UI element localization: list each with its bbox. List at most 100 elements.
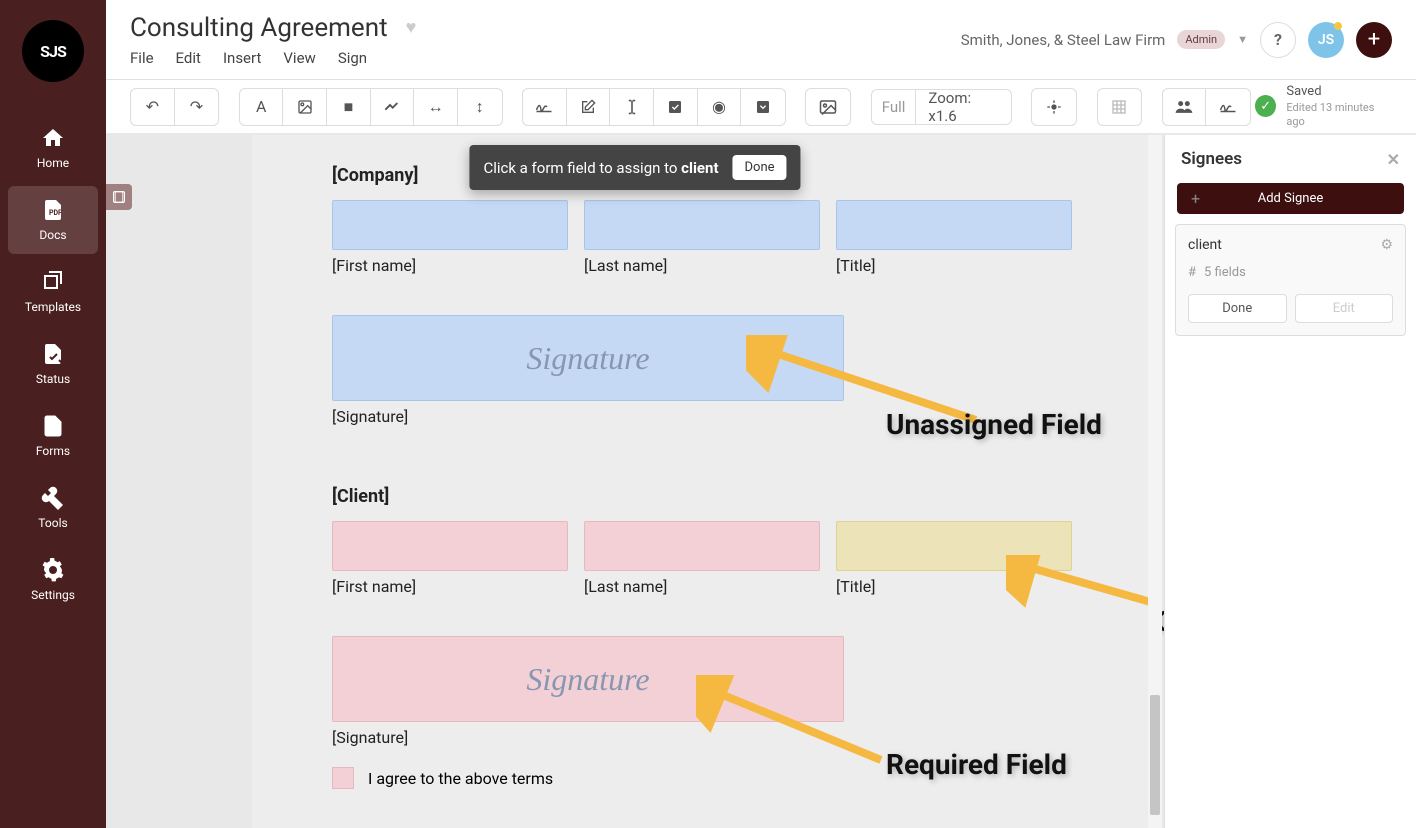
zoom-control[interactable]: Full Zoom: x1.6 bbox=[871, 89, 1012, 125]
signature-icon bbox=[535, 100, 553, 114]
edit-field-tool[interactable] bbox=[567, 89, 611, 125]
text-cursor-icon bbox=[625, 99, 639, 115]
avatar-initials: JS bbox=[1318, 32, 1334, 48]
nav-docs[interactable]: PDF Docs bbox=[8, 186, 98, 254]
target-tool[interactable] bbox=[1032, 89, 1076, 125]
plus-icon: + bbox=[1191, 189, 1200, 208]
nav-label: Settings bbox=[31, 588, 75, 602]
gear-icon[interactable]: ⚙ bbox=[1380, 237, 1393, 253]
assign-done-button[interactable]: Done bbox=[733, 155, 787, 180]
height-tool[interactable]: ↕ bbox=[458, 89, 502, 125]
client-lastname-field[interactable] bbox=[584, 521, 820, 571]
shape-tool[interactable]: ■ bbox=[327, 89, 371, 125]
nav-label: Docs bbox=[39, 228, 66, 242]
client-title-field[interactable] bbox=[836, 521, 1072, 571]
nav-settings[interactable]: Settings bbox=[8, 546, 98, 614]
nav-tools[interactable]: Tools bbox=[8, 474, 98, 542]
width-tool[interactable]: ↔ bbox=[414, 89, 458, 125]
firm-name: Smith, Jones, & Steel Law Firm bbox=[961, 31, 1166, 49]
menu-sign[interactable]: Sign bbox=[338, 49, 367, 67]
dropdown-tool[interactable] bbox=[741, 89, 785, 125]
nav-home[interactable]: Home bbox=[8, 114, 98, 182]
nav-label: Tools bbox=[38, 516, 67, 530]
user-avatar[interactable]: JS bbox=[1308, 22, 1344, 58]
agree-checkbox[interactable] bbox=[332, 767, 354, 789]
highlighter-icon bbox=[384, 99, 400, 115]
close-icon[interactable]: ✕ bbox=[1387, 150, 1400, 169]
people-icon bbox=[1174, 99, 1194, 115]
zoom-full-label[interactable]: Full bbox=[872, 90, 917, 124]
field-label: [First name] bbox=[332, 577, 568, 596]
signee-name: client bbox=[1188, 237, 1222, 253]
text-field-tool[interactable] bbox=[610, 89, 654, 125]
table-tool[interactable] bbox=[1098, 89, 1142, 125]
checkbox-icon bbox=[667, 99, 683, 115]
add-button[interactable]: + bbox=[1356, 22, 1392, 58]
text-tool[interactable]: A bbox=[240, 89, 284, 125]
menu-edit[interactable]: Edit bbox=[176, 49, 201, 67]
menu-insert[interactable]: Insert bbox=[223, 49, 261, 67]
company-lastname-field[interactable] bbox=[584, 200, 820, 250]
menu-bar: File Edit Insert View Sign bbox=[130, 49, 416, 67]
nav-label: Home bbox=[37, 156, 69, 170]
signee-done-button[interactable]: Done bbox=[1188, 294, 1287, 323]
nav-label: Templates bbox=[25, 300, 81, 314]
assign-text: Click a form field to assign to bbox=[483, 159, 681, 177]
check-icon: ✓ bbox=[1255, 95, 1276, 117]
chevron-down-icon[interactable]: ▼ bbox=[1237, 33, 1248, 46]
app-logo[interactable]: SJS bbox=[22, 20, 84, 82]
film-icon bbox=[111, 189, 127, 205]
dropdown-icon bbox=[755, 99, 771, 115]
save-status: ✓ Saved Edited 13 minutes ago bbox=[1255, 84, 1392, 129]
side-collapse-tab[interactable] bbox=[106, 184, 132, 210]
insert-image-tool[interactable] bbox=[806, 89, 850, 125]
svg-text:PDF: PDF bbox=[49, 209, 62, 217]
assign-target: client bbox=[681, 159, 718, 177]
image-icon bbox=[297, 99, 313, 115]
highlight-tool[interactable] bbox=[371, 89, 415, 125]
status-icon bbox=[41, 342, 65, 366]
sign-tool[interactable] bbox=[1206, 89, 1250, 125]
nav-label: Status bbox=[36, 372, 70, 386]
vertical-scrollbar[interactable] bbox=[1148, 135, 1162, 828]
picture-icon bbox=[819, 99, 837, 115]
locate-icon bbox=[1046, 99, 1062, 115]
notification-dot bbox=[1334, 22, 1342, 30]
field-label: [Signature] bbox=[332, 407, 1072, 426]
redo-button[interactable]: ↷ bbox=[175, 89, 219, 125]
image-tool[interactable] bbox=[283, 89, 327, 125]
signee-edit-button[interactable]: Edit bbox=[1295, 294, 1394, 323]
undo-button[interactable]: ↶ bbox=[131, 89, 175, 125]
company-signature-field[interactable]: Signature bbox=[332, 315, 844, 401]
section-heading-client: [Client] bbox=[332, 486, 1072, 507]
signees-tool[interactable] bbox=[1163, 89, 1207, 125]
help-button[interactable]: ? bbox=[1260, 22, 1296, 58]
top-header: Consulting Agreement ♥ File Edit Insert … bbox=[106, 0, 1416, 80]
signature-tool[interactable] bbox=[523, 89, 567, 125]
favorite-icon[interactable]: ♥ bbox=[406, 17, 417, 38]
nav-status[interactable]: Status bbox=[8, 330, 98, 398]
menu-view[interactable]: View bbox=[283, 49, 315, 67]
company-firstname-field[interactable] bbox=[332, 200, 568, 250]
add-signee-button[interactable]: + Add Signee bbox=[1177, 183, 1404, 214]
nav-forms[interactable]: Forms bbox=[8, 402, 98, 470]
templates-icon bbox=[41, 270, 65, 294]
signature-placeholder: Signature bbox=[526, 661, 649, 698]
client-signature-field[interactable]: Signature bbox=[332, 636, 844, 722]
pdf-icon: PDF bbox=[41, 198, 65, 222]
zoom-value: Zoom: x1.6 bbox=[916, 89, 1010, 125]
field-label: [Last name] bbox=[584, 577, 820, 596]
client-firstname-field[interactable] bbox=[332, 521, 568, 571]
nav-templates[interactable]: Templates bbox=[8, 258, 98, 326]
scrollbar-thumb[interactable] bbox=[1150, 695, 1160, 815]
radio-tool[interactable]: ◉ bbox=[698, 89, 742, 125]
menu-file[interactable]: File bbox=[130, 49, 154, 67]
company-title-field[interactable] bbox=[836, 200, 1072, 250]
signees-panel: Signees ✕ + Add Signee client ⚙ # 5 fiel… bbox=[1164, 135, 1416, 828]
field-label: [First name] bbox=[332, 256, 568, 275]
checkbox-tool[interactable] bbox=[654, 89, 698, 125]
document-page: [Company] [First name] [Last name] [Titl… bbox=[252, 135, 1152, 828]
field-label: [Title] bbox=[836, 577, 1072, 596]
forms-icon bbox=[41, 414, 65, 438]
saved-label: Saved bbox=[1286, 84, 1392, 101]
